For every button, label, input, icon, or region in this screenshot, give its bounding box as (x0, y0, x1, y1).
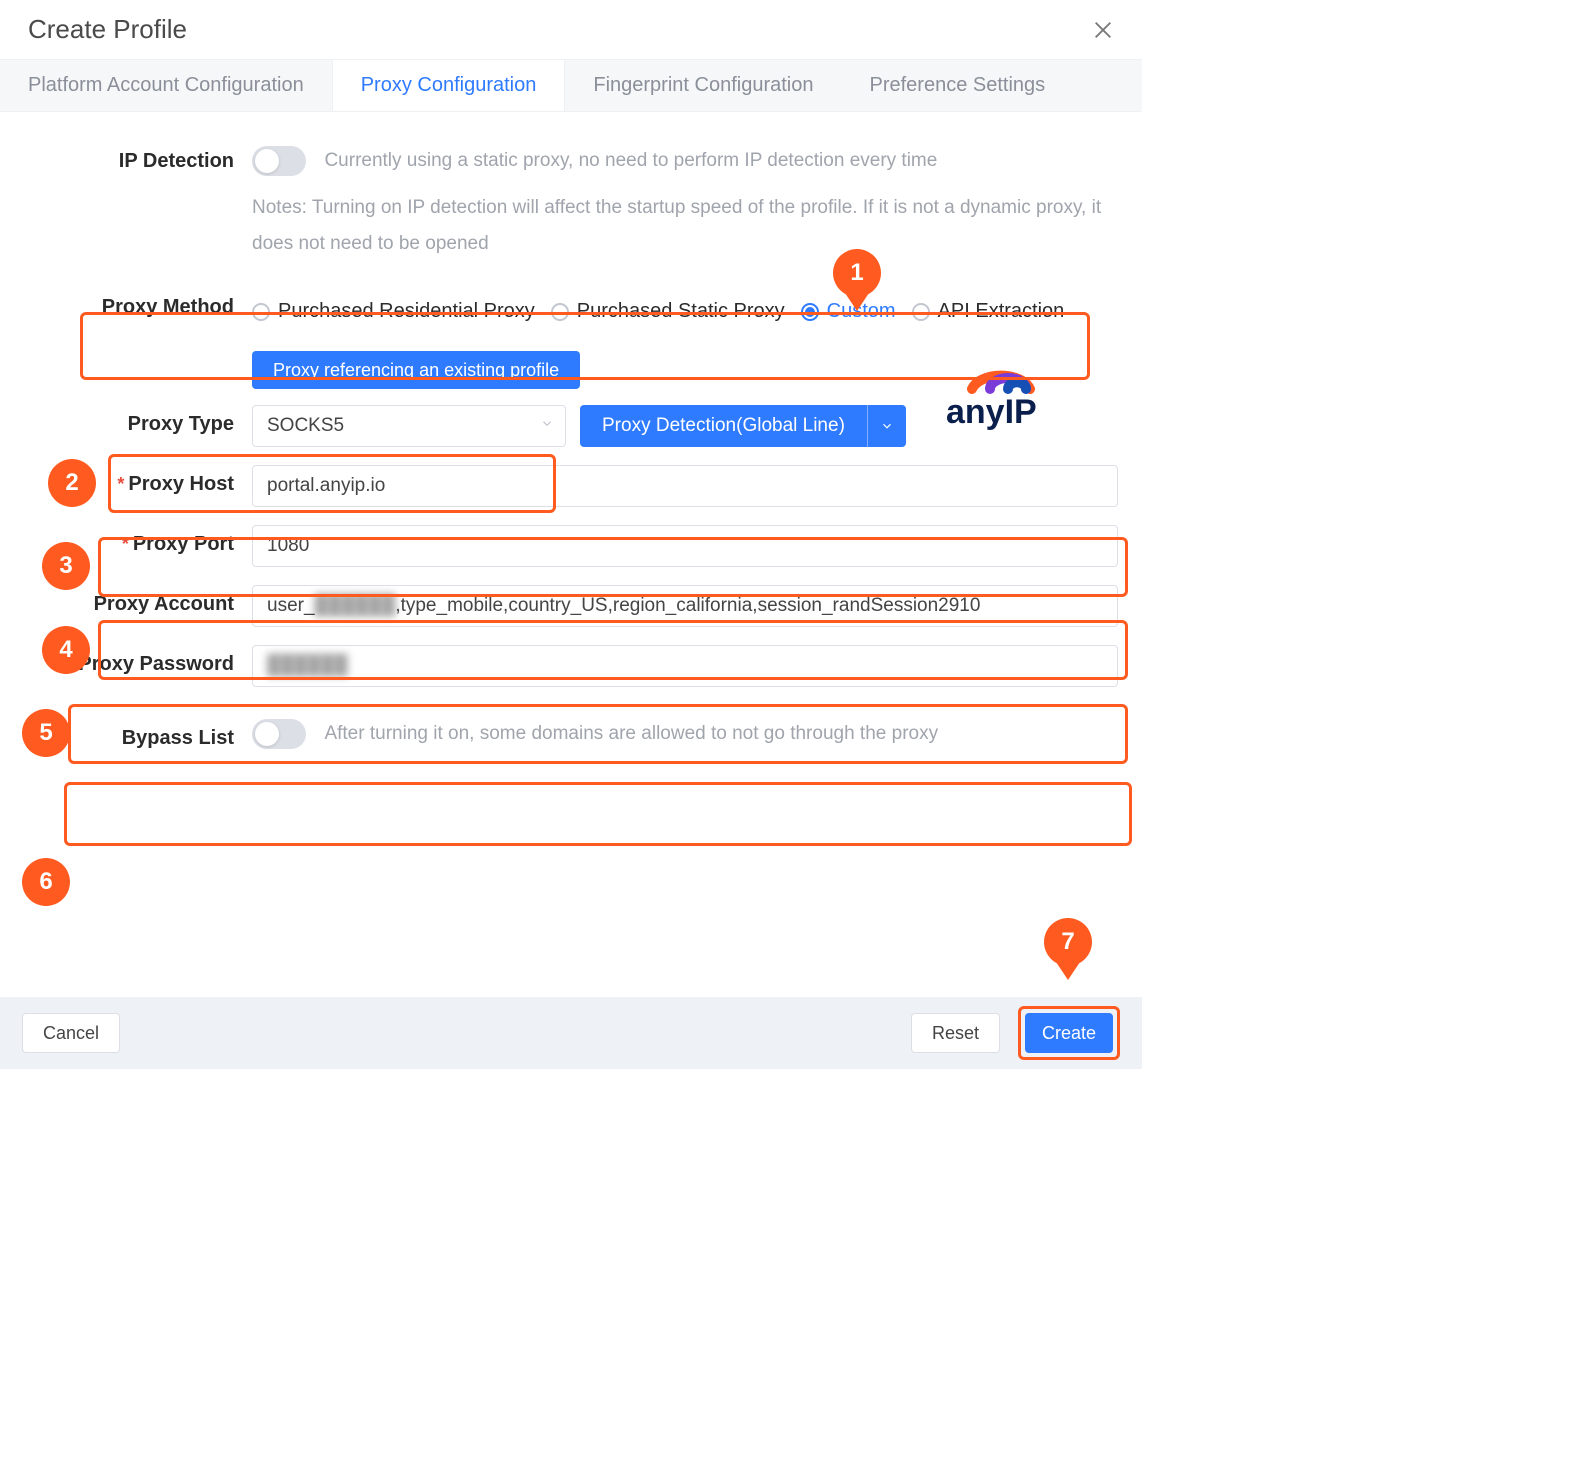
create-profile-dialog: Create Profile Platform Account Configur… (0, 0, 1142, 1069)
radio-label: API Extraction (938, 300, 1065, 323)
proxy-account-label: Proxy Account (24, 585, 252, 616)
radio-purchased-residential[interactable]: Purchased Residential Proxy (252, 300, 535, 323)
bypass-list-label: Bypass List (24, 719, 252, 750)
proxy-host-row: *Proxy Host (24, 465, 1118, 507)
proxy-port-input[interactable] (252, 525, 1118, 567)
chevron-down-icon (540, 417, 554, 436)
tab-preference[interactable]: Preference Settings (841, 60, 1073, 111)
proxy-host-label: *Proxy Host (24, 465, 252, 496)
radio-api-extraction[interactable]: API Extraction (912, 300, 1065, 323)
proxy-method-label: Proxy Method (24, 288, 252, 319)
radio-label: Purchased Residential Proxy (278, 300, 535, 323)
bypass-list-toggle[interactable] (252, 719, 306, 749)
ip-detection-row: IP Detection Currently using a static pr… (24, 142, 1118, 262)
reset-button[interactable]: Reset (911, 1013, 1000, 1053)
dialog-header: Create Profile (0, 0, 1142, 60)
radio-icon (252, 303, 270, 321)
proxy-method-row: Proxy Method Purchased Residential Proxy… (24, 288, 1118, 333)
proxy-detection-button[interactable]: Proxy Detection(Global Line) (580, 405, 906, 447)
proxy-password-label: Proxy Password (24, 645, 252, 676)
proxy-type-value[interactable] (252, 405, 566, 447)
required-mark: * (122, 534, 129, 554)
proxy-type-label: Proxy Type (24, 405, 252, 436)
dialog-body: IP Detection Currently using a static pr… (0, 112, 1142, 997)
proxy-password-input[interactable]: ██████ (252, 645, 1118, 687)
tab-bar: Platform Account Configuration Proxy Con… (0, 60, 1142, 112)
radio-icon (912, 303, 930, 321)
tab-proxy-configuration[interactable]: Proxy Configuration (332, 60, 566, 111)
bypass-list-row: Bypass List After turning it on, some do… (24, 719, 1118, 750)
proxy-port-row: *Proxy Port (24, 525, 1118, 567)
radio-label: Custom (827, 300, 896, 323)
radio-icon (551, 303, 569, 321)
proxy-password-row: Proxy Password ██████ (24, 645, 1118, 687)
tab-fingerprint[interactable]: Fingerprint Configuration (565, 60, 841, 111)
ip-detection-label: IP Detection (24, 142, 252, 173)
radio-purchased-static[interactable]: Purchased Static Proxy (551, 300, 785, 323)
close-icon[interactable] (1092, 19, 1114, 41)
svg-text:anyIP: anyIP (946, 393, 1037, 431)
proxy-type-select[interactable] (252, 405, 566, 447)
proxy-host-input[interactable] (252, 465, 1118, 507)
bypass-list-desc: After turning it on, some domains are al… (324, 723, 938, 745)
proxy-reference-row: Proxy referencing an existing profile an… (24, 351, 1118, 389)
radio-icon (801, 303, 819, 321)
ip-detection-toggle[interactable] (252, 146, 306, 176)
proxy-account-input[interactable]: user_██████,type_mobile,country_US,regio… (252, 585, 1118, 627)
tab-platform-account[interactable]: Platform Account Configuration (0, 60, 332, 111)
cancel-button[interactable]: Cancel (22, 1013, 120, 1053)
ip-detection-notes: Notes: Turning on IP detection will affe… (252, 190, 1118, 262)
create-button[interactable]: Create (1025, 1013, 1113, 1053)
dialog-title: Create Profile (28, 14, 187, 45)
proxy-account-row: Proxy Account user_██████,type_mobile,co… (24, 585, 1118, 627)
required-mark: * (117, 474, 124, 494)
proxy-method-radio-group: Purchased Residential Proxy Purchased St… (252, 290, 1118, 333)
radio-custom[interactable]: Custom (801, 300, 896, 323)
dialog-footer: Cancel Reset Create (0, 997, 1142, 1069)
proxy-detection-dropdown-icon[interactable] (867, 405, 906, 447)
proxy-reference-button[interactable]: Proxy referencing an existing profile (252, 351, 580, 389)
anyip-logo: anyIP (942, 355, 1082, 438)
proxy-port-label: *Proxy Port (24, 525, 252, 556)
ip-detection-status: Currently using a static proxy, no need … (324, 150, 937, 172)
radio-label: Purchased Static Proxy (577, 300, 785, 323)
proxy-detection-label: Proxy Detection(Global Line) (580, 405, 867, 447)
annotation-highlight-create: Create (1018, 1006, 1120, 1060)
